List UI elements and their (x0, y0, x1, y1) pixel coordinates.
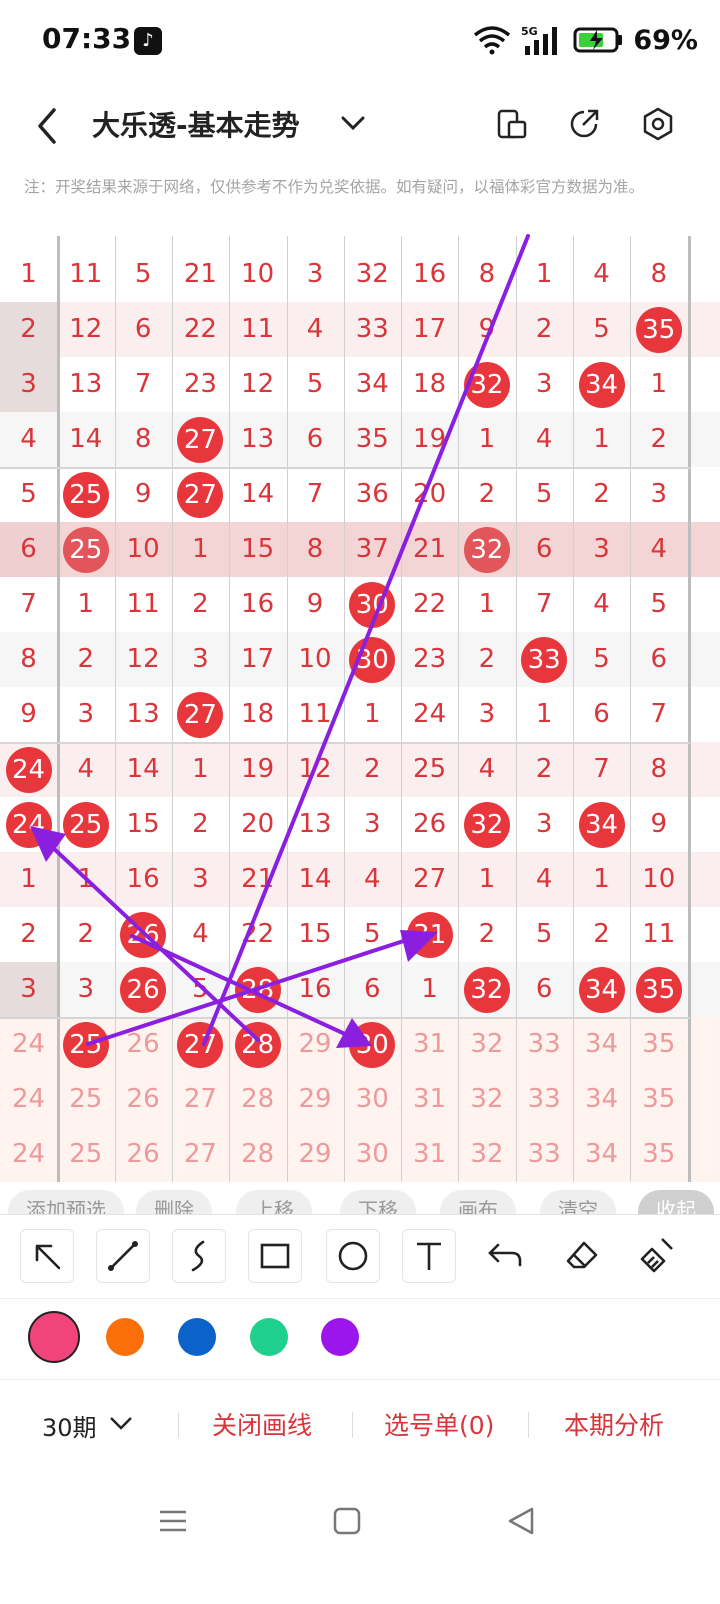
action-chip[interactable]: 上移 (236, 1190, 312, 1214)
eraser-icon (566, 1241, 598, 1269)
drawing-toolbar (0, 1214, 720, 1297)
text-tool[interactable] (402, 1229, 456, 1283)
circle-tool[interactable] (326, 1229, 380, 1283)
curve-tool[interactable] (172, 1229, 226, 1283)
action-chip[interactable]: 下移 (340, 1190, 416, 1214)
clear-tool[interactable] (632, 1229, 684, 1281)
color-blue[interactable] (178, 1318, 216, 1356)
color-purple[interactable] (321, 1318, 359, 1356)
drawn-arrow-3 (32, 828, 260, 1042)
line-tool[interactable] (96, 1229, 150, 1283)
action-chip-bar: 添加预选 删除 上移 下移 画布 清空 收起 (0, 1186, 720, 1214)
system-nav-bar (0, 1480, 720, 1604)
color-palette (0, 1298, 720, 1380)
undo-icon (488, 1243, 522, 1267)
arrow-tool-icon (35, 1244, 61, 1270)
circle-icon (338, 1241, 368, 1271)
color-orange[interactable] (106, 1318, 144, 1356)
text-icon (417, 1242, 441, 1270)
period-selector[interactable]: 30期 (42, 1408, 97, 1443)
chevron-down-icon[interactable] (108, 1414, 134, 1432)
pick-list-button[interactable]: 选号单(0) (384, 1406, 494, 1442)
action-chip[interactable]: 收起 (638, 1190, 714, 1214)
arrow-tool[interactable] (20, 1229, 74, 1283)
period-analysis-button[interactable]: 本期分析 (564, 1406, 664, 1442)
action-chip[interactable]: 添加预选 (8, 1190, 124, 1214)
divider (352, 1412, 353, 1438)
menu-icon[interactable] (156, 1504, 190, 1538)
color-green[interactable] (250, 1318, 288, 1356)
close-draw-button[interactable]: 关闭画线 (212, 1406, 312, 1442)
bottom-action-bar: 30期 关闭画线 选号单(0) 本期分析 (0, 1380, 720, 1470)
arrowhead-1 (400, 930, 438, 962)
broom-icon (640, 1238, 673, 1273)
divider (528, 1412, 529, 1438)
drawn-arrow-1 (86, 932, 427, 1046)
eraser-tool[interactable] (556, 1229, 608, 1281)
divider (178, 1412, 179, 1438)
home-icon[interactable] (330, 1504, 364, 1538)
back-icon[interactable] (504, 1504, 538, 1538)
drawn-line-long (202, 234, 530, 1046)
color-pink-selected[interactable] (28, 1311, 80, 1363)
action-chip[interactable]: 删除 (136, 1190, 212, 1214)
action-chip[interactable]: 清空 (540, 1190, 616, 1214)
rectangle-icon (260, 1243, 290, 1269)
action-chip[interactable]: 画布 (440, 1190, 516, 1214)
curve-tool-icon (191, 1240, 205, 1272)
undo-tool[interactable] (480, 1229, 532, 1281)
line-tool-icon (108, 1241, 138, 1271)
rectangle-tool[interactable] (248, 1229, 302, 1283)
